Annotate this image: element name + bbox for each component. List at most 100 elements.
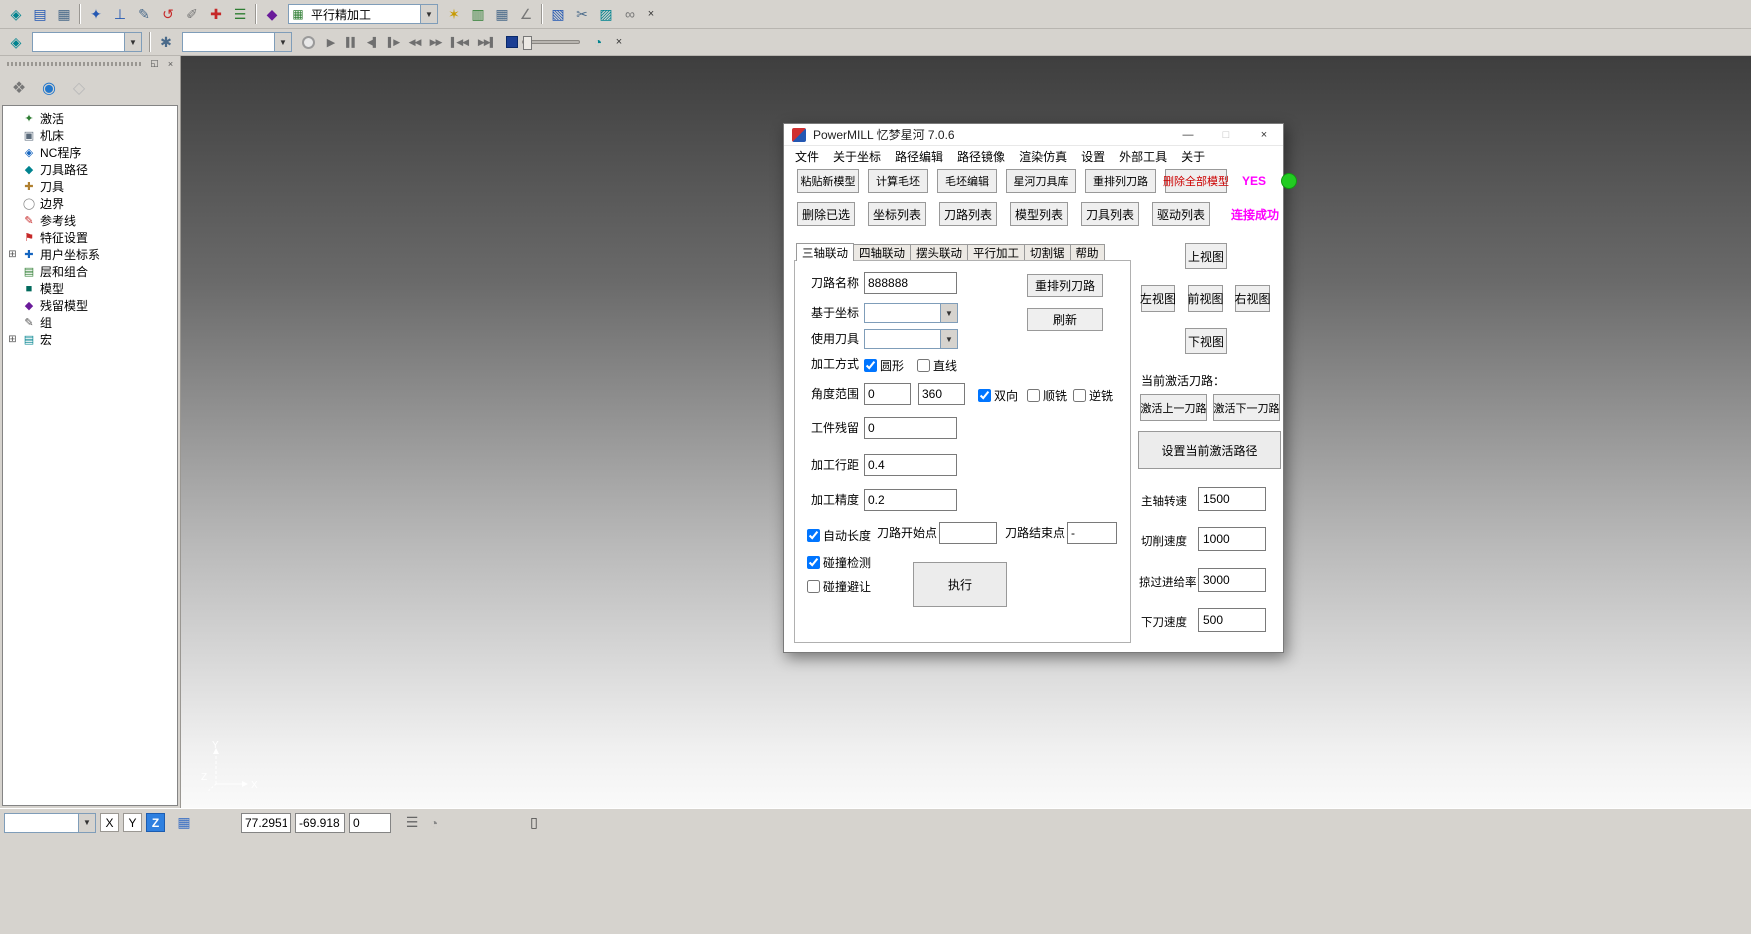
- menu-about[interactable]: 关于: [1174, 148, 1212, 165]
- left-view-button[interactable]: 左视图: [1141, 285, 1175, 312]
- chevron-down-icon[interactable]: ▼: [274, 33, 291, 51]
- climb-checkbox-input[interactable]: [1027, 389, 1040, 402]
- list-edit-icon[interactable]: ☰: [401, 813, 423, 833]
- coordinate-z-input[interactable]: [349, 813, 391, 833]
- line-checkbox-input[interactable]: [917, 359, 930, 372]
- right-view-button[interactable]: 右视图: [1235, 285, 1270, 312]
- collision-avoid-checkbox[interactable]: 碰撞避让: [807, 578, 871, 595]
- panel-grip[interactable]: [7, 62, 141, 66]
- menu-path-mirror[interactable]: 路径镜像: [950, 148, 1012, 165]
- tool-list-button[interactable]: 刀具列表: [1081, 202, 1139, 226]
- tree-item-feature-sets[interactable]: ⚑特征设置: [7, 229, 177, 246]
- axis-x-button[interactable]: X: [100, 813, 119, 832]
- bottom-view-button[interactable]: 下视图: [1185, 328, 1227, 354]
- fast-forward-button[interactable]: ▶▶: [425, 32, 446, 52]
- collision-check-checkbox[interactable]: 碰撞检测: [807, 554, 871, 571]
- dialog-titlebar[interactable]: PowerMILL 忆梦星河 7.0.6 — □ ×: [784, 124, 1283, 146]
- tolerance-input[interactable]: [864, 489, 957, 511]
- minimize-icon[interactable]: —: [1169, 124, 1207, 146]
- angle-to-input[interactable]: [918, 383, 965, 405]
- chevron-down-icon[interactable]: ▼: [940, 304, 957, 322]
- slider-thumb[interactable]: [523, 36, 532, 50]
- graph-icon[interactable]: ▥: [466, 3, 490, 25]
- nc-program-icon[interactable]: ◈: [4, 31, 28, 53]
- binoculars-icon[interactable]: ∞: [618, 3, 642, 25]
- tree-select-icon[interactable]: ❖: [6, 75, 32, 101]
- refresh-button[interactable]: 刷新: [1027, 308, 1103, 331]
- tree-item-nc-programs[interactable]: ◈NC程序: [7, 144, 177, 161]
- step-forward-button[interactable]: ▌▶: [383, 32, 404, 52]
- statusbar-combobox[interactable]: ▼: [4, 813, 96, 833]
- tab-3axis[interactable]: 三轴联动: [796, 243, 854, 261]
- globe-icon[interactable]: ◉: [36, 75, 62, 101]
- tool-icon[interactable]: ◆: [260, 3, 284, 25]
- model-stack-icon[interactable]: ◈: [4, 3, 28, 25]
- chevron-down-icon[interactable]: ▼: [78, 814, 95, 832]
- collision-avoid-checkbox-input[interactable]: [807, 580, 820, 593]
- chevron-down-icon[interactable]: ▼: [940, 330, 957, 348]
- shield-icon[interactable]: ◇: [66, 75, 92, 101]
- tab-swivel[interactable]: 摆头联动: [910, 244, 968, 261]
- conventional-mill-checkbox[interactable]: 逆铣: [1073, 387, 1113, 404]
- axis-z-button[interactable]: Z: [146, 813, 165, 832]
- maximize-icon[interactable]: □: [1207, 124, 1245, 146]
- grid-icon[interactable]: ▦: [173, 813, 195, 833]
- step-back-button[interactable]: ◀▌: [362, 32, 383, 52]
- edit-icon[interactable]: ✐: [180, 3, 204, 25]
- slider-groove[interactable]: [522, 40, 580, 44]
- plunge-feed-input[interactable]: [1198, 608, 1266, 632]
- delete-selected-button[interactable]: 删除已选: [797, 202, 855, 226]
- reorder-toolpaths-panel-button[interactable]: 重排列刀路: [1027, 274, 1103, 297]
- mode-circle-checkbox[interactable]: 圆形: [864, 357, 904, 374]
- measure-icon[interactable]: ∠: [514, 3, 538, 25]
- rewind-button[interactable]: ◀◀: [404, 32, 425, 52]
- tree-item-machine[interactable]: ▣机床: [7, 127, 177, 144]
- menu-render-sim[interactable]: 渲染仿真: [1012, 148, 1074, 165]
- tree-item-toolpaths[interactable]: ◆刀具路径: [7, 161, 177, 178]
- toolpath-end-input[interactable]: [1067, 522, 1117, 544]
- chart-icon[interactable]: ▨: [594, 3, 618, 25]
- bidirectional-checkbox[interactable]: 双向: [978, 387, 1018, 404]
- paste-icon[interactable]: ✦: [84, 3, 108, 25]
- tree-item-activate[interactable]: ✦激活: [7, 110, 177, 127]
- calculator-icon[interactable]: ▦: [490, 3, 514, 25]
- stock-allowance-input[interactable]: [864, 417, 957, 439]
- go-to-end-button[interactable]: ▶▶▌: [473, 32, 500, 52]
- toolpath-list-button[interactable]: 刀路列表: [939, 202, 997, 226]
- pause-button[interactable]: ▌▌: [341, 32, 362, 52]
- execute-button[interactable]: 执行: [913, 562, 1007, 607]
- menu-file[interactable]: 文件: [788, 148, 826, 165]
- menu-coords[interactable]: 关于坐标: [826, 148, 888, 165]
- circle-checkbox-input[interactable]: [864, 359, 877, 372]
- toolpath-start-input[interactable]: [939, 522, 997, 544]
- panel-toggle-icon[interactable]: ▯: [523, 813, 545, 833]
- tree-item-workplanes[interactable]: ⊞✚用户坐标系: [7, 246, 177, 263]
- panel-float-icon[interactable]: ◱: [148, 58, 161, 70]
- coordinate-y-input[interactable]: [295, 813, 345, 833]
- toolbar-close-icon[interactable]: ×: [642, 3, 660, 25]
- climb-mill-checkbox[interactable]: 顺铣: [1027, 387, 1067, 404]
- tab-parallel[interactable]: 平行加工: [967, 244, 1025, 261]
- list-icon[interactable]: ☰: [228, 3, 252, 25]
- menu-ext-tools[interactable]: 外部工具: [1112, 148, 1174, 165]
- toolbar-close-icon[interactable]: ×: [610, 31, 628, 53]
- close-icon[interactable]: ×: [1245, 124, 1283, 146]
- axis-y-button[interactable]: Y: [123, 813, 142, 832]
- tool-wrench-icon[interactable]: ✱: [154, 31, 178, 53]
- strategy-combobox[interactable]: ▦ 平行精加工 ▼: [288, 4, 438, 24]
- activate-prev-toolpath-button[interactable]: 激活上一刀路: [1140, 394, 1207, 421]
- mode-line-checkbox[interactable]: 直线: [917, 357, 957, 374]
- statistics-icon[interactable]: ▧: [546, 3, 570, 25]
- auto-length-checkbox-input[interactable]: [807, 529, 820, 542]
- tab-4axis[interactable]: 四轴联动: [853, 244, 911, 261]
- tree-item-groups[interactable]: ✎组: [7, 314, 177, 331]
- collision-check-checkbox-input[interactable]: [807, 556, 820, 569]
- expand-plus-icon[interactable]: ⊞: [7, 334, 18, 345]
- stock-edit-button[interactable]: 毛坯编辑: [937, 169, 997, 193]
- top-view-button[interactable]: 上视图: [1185, 243, 1227, 269]
- paste-new-model-button[interactable]: 粘贴新模型: [797, 169, 859, 193]
- tab-help[interactable]: 帮助: [1070, 244, 1105, 261]
- panel-close-icon[interactable]: ×: [164, 58, 177, 70]
- set-active-path-button[interactable]: 设置当前激活路径: [1138, 431, 1281, 469]
- tool-library-button[interactable]: 星河刀具库: [1006, 169, 1076, 193]
